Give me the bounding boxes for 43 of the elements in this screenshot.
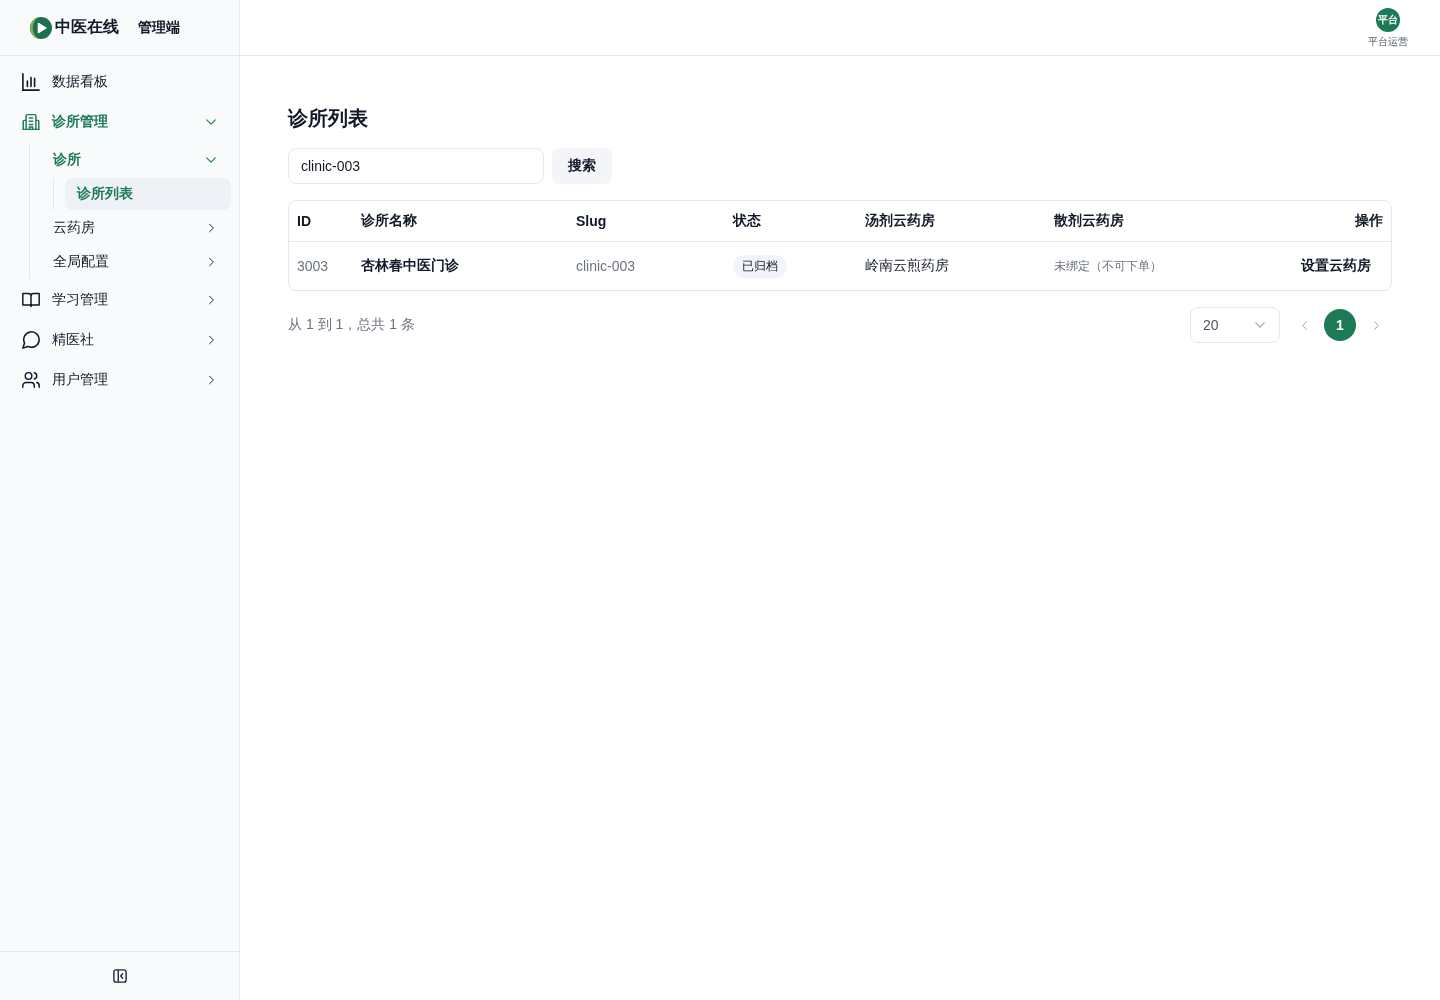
building-icon xyxy=(22,113,40,131)
nav-item[interactable]: 诊所列表 xyxy=(65,178,231,210)
table-cell-text: 岭南云煎药房 xyxy=(864,256,950,275)
user-role: 平台运营 xyxy=(1368,35,1408,49)
search-field[interactable]: clinic-003 xyxy=(288,148,544,184)
nav-item[interactable]: 学习管理 xyxy=(12,280,227,320)
chevron-right-icon xyxy=(1373,320,1379,330)
column-header: 汤剂云药房 xyxy=(857,201,1046,242)
user-avatar[interactable]: 平台 xyxy=(1376,8,1400,32)
nav-item[interactable]: 云药房 xyxy=(41,211,227,245)
bar-chart-icon xyxy=(22,73,40,91)
column-header: 散剂云药房 xyxy=(1046,201,1281,242)
column-header: 操作 xyxy=(1281,201,1391,242)
table-cell-text: 3003 xyxy=(296,257,330,276)
column-header: Slug xyxy=(568,201,725,242)
nav-item[interactable]: 数据看板 xyxy=(12,62,227,102)
users-icon xyxy=(22,371,40,389)
search-button[interactable]: 搜索 xyxy=(552,148,612,184)
chevron-down-icon xyxy=(1255,322,1265,328)
column-header: 诊所名称 xyxy=(353,201,568,242)
column-header: ID xyxy=(289,201,353,242)
chat-bubble-icon xyxy=(22,331,40,349)
table-cell-text: clinic-003 xyxy=(575,257,637,276)
sidebar-collapse-icon[interactable] xyxy=(112,969,127,983)
nav-item[interactable]: 用户管理 xyxy=(12,360,227,400)
table-cell-text: 未绑定（不可下单） xyxy=(1053,257,1163,275)
page-button[interactable]: 1 xyxy=(1324,309,1356,341)
table-cell-text: 杏林春中医门诊 xyxy=(360,256,460,275)
pagination-summary: 从 1 到 1，总共 1 条 xyxy=(288,316,415,334)
nav-item[interactable]: 精医社 xyxy=(12,320,227,360)
set-pharmacy-link[interactable]: 设置云药房 xyxy=(1289,251,1383,281)
app-subtitle: 管理端 xyxy=(138,18,180,37)
logo-icon xyxy=(30,16,52,39)
page-size-select[interactable]: 20 xyxy=(1190,307,1280,343)
nav-item[interactable]: 诊所 xyxy=(41,143,227,177)
status-tag: 已归档 xyxy=(733,254,787,278)
book-icon xyxy=(22,291,40,309)
column-header: 状态 xyxy=(725,201,857,242)
page-title: 诊所列表 xyxy=(288,106,369,131)
nav-item[interactable]: 诊所管理 xyxy=(12,102,227,142)
nav-item[interactable]: 全局配置 xyxy=(41,245,227,279)
brand-name: 中医在线 xyxy=(55,17,119,37)
chevron-left-icon xyxy=(1301,320,1307,330)
